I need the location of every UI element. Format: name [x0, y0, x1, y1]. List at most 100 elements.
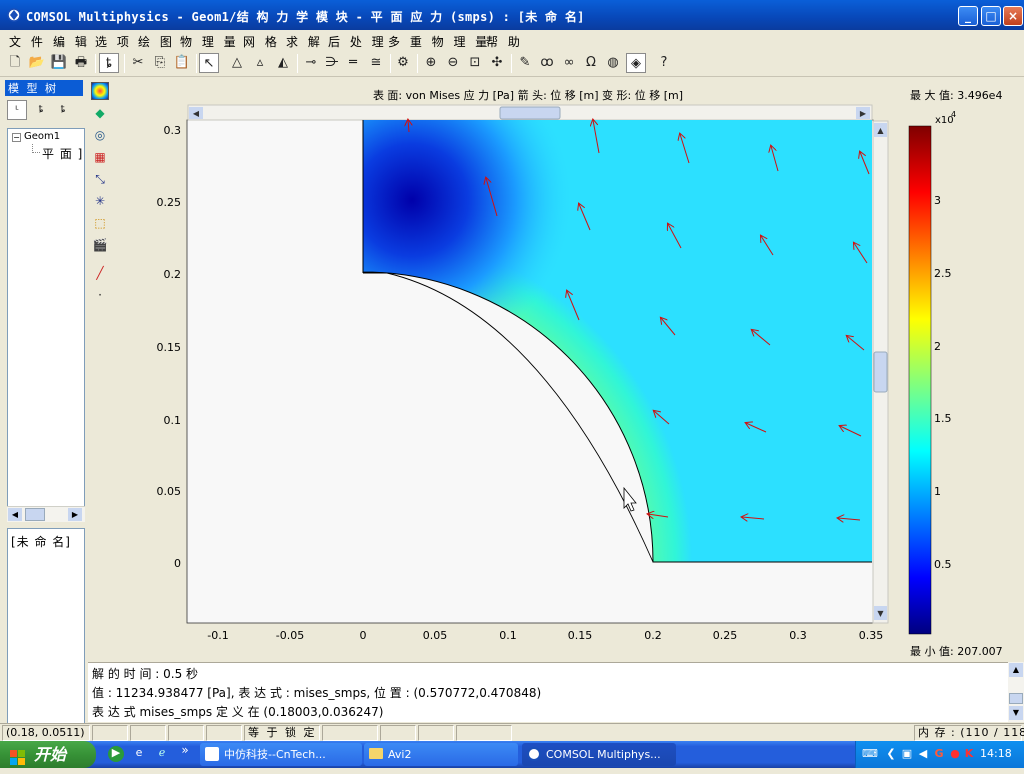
- menu-physics[interactable]: 物 理 量: [180, 33, 239, 50]
- help-icon[interactable]: ?: [654, 53, 674, 73]
- browser-icon[interactable]: e: [131, 746, 147, 762]
- solve-icon[interactable]: ⚙: [393, 53, 413, 73]
- plot-hscroll-thumb[interactable]: [499, 106, 561, 120]
- log-scroll-down-icon[interactable]: ▼: [1009, 706, 1023, 720]
- status-bar: (0.18, 0.0511) 等 于 锁 定 内 存 : (110 / 118): [0, 723, 1024, 741]
- memory-label: 内 存 :: [918, 726, 956, 739]
- tree-mode-icon[interactable]: ᒻ: [7, 100, 27, 120]
- deform-plot-icon[interactable]: ⬚: [91, 214, 109, 232]
- tree-item-plane-stress[interactable]: 平 面 ]: [42, 145, 83, 162]
- menu-multiphysics[interactable]: 多 重 物 理 量: [388, 33, 490, 50]
- contour-plot-icon[interactable]: ◎: [91, 126, 109, 144]
- equal-toggle-lock[interactable]: 等 于 锁 定: [244, 725, 320, 741]
- task-avi2[interactable]: Avi2: [364, 743, 518, 766]
- principal-plot-icon[interactable]: ✳: [91, 192, 109, 210]
- multiphysics-icon[interactable]: ꝏ: [537, 53, 557, 73]
- mesh-select-icon[interactable]: ◭: [273, 53, 293, 73]
- tree-view-icon[interactable]: ȶ: [99, 53, 119, 73]
- menu-help[interactable]: 帮 助: [486, 33, 523, 50]
- height-plot-icon[interactable]: ◆: [91, 104, 109, 122]
- triangle-mesh-icon[interactable]: △: [227, 53, 247, 73]
- menu-bar: 文 件 编 辑 选 项 绘 图 物 理 量 网 格 求 解 后 处 理 多 重 …: [0, 30, 1024, 50]
- plot-canvas[interactable]: 表 面: von Mises 应 力 [Pa] 箭 头: 位 移 [m] 变 形…: [112, 80, 1024, 660]
- title-bar[interactable]: COMSOL Multiphysics - Geom1/结 构 力 学 模 块 …: [0, 0, 1024, 30]
- k-app-icon[interactable]: K: [962, 747, 976, 761]
- security-icon[interactable]: ●: [948, 747, 962, 761]
- subdomain-settings-icon[interactable]: ⋺: [322, 53, 342, 73]
- omega-icon[interactable]: Ω: [581, 53, 601, 73]
- quicklaunch-more-icon[interactable]: »: [178, 743, 192, 757]
- volume-icon[interactable]: ◀: [916, 747, 930, 761]
- plot-vscroll-thumb[interactable]: [873, 351, 888, 393]
- plot-area[interactable]: 表 面: von Mises 应 力 [Pa] 箭 头: 位 移 [m] 变 形…: [112, 80, 1024, 660]
- line-plot-icon[interactable]: ╱: [91, 264, 109, 282]
- tree-item-geom1[interactable]: Geom1: [24, 131, 60, 142]
- refine-mesh-icon[interactable]: ▵: [250, 53, 270, 73]
- folder-icon: [369, 748, 383, 759]
- cut-icon[interactable]: ✂: [128, 53, 148, 73]
- scroll-right-icon[interactable]: ▶: [68, 508, 82, 521]
- log-scroll-up-icon[interactable]: ▲: [1009, 663, 1023, 677]
- windows-logo-icon: [10, 747, 26, 765]
- x-tick: 0.2: [644, 629, 662, 642]
- zoom-extents-icon[interactable]: ✣: [487, 53, 507, 73]
- boundary-settings-icon[interactable]: ⊸: [301, 53, 321, 73]
- window-title: COMSOL Multiphysics - Geom1/结 构 力 学 模 块 …: [26, 10, 585, 24]
- menu-postprocessing[interactable]: 后 处 理: [328, 33, 387, 50]
- minimize-icon[interactable]: _: [958, 6, 978, 26]
- draw-mode-icon[interactable]: ✎: [515, 53, 535, 73]
- maximize-icon[interactable]: □: [981, 6, 1001, 26]
- svg-text:◀: ◀: [193, 109, 200, 118]
- start-button[interactable]: 开始: [0, 741, 96, 768]
- save-icon[interactable]: 💾: [49, 53, 69, 73]
- zoom-out-icon[interactable]: ⊖: [443, 53, 463, 73]
- network-icon[interactable]: ▣: [900, 747, 914, 761]
- menu-mesh[interactable]: 网 格: [243, 33, 280, 50]
- menu-file[interactable]: 文 件: [9, 33, 46, 50]
- keyboard-icon[interactable]: ⌨: [862, 747, 878, 761]
- media-player-icon[interactable]: ▶: [108, 746, 124, 762]
- sphere-icon[interactable]: ◍: [603, 53, 623, 73]
- tree-expand-icon[interactable]: ȶ: [31, 100, 51, 120]
- menu-edit[interactable]: 编 辑: [53, 33, 90, 50]
- point-plot-icon[interactable]: ·: [91, 286, 109, 304]
- x-tick: -0.1: [207, 629, 228, 642]
- menu-options[interactable]: 选 项: [95, 33, 132, 50]
- open-icon[interactable]: 📂: [27, 53, 47, 73]
- tree-collapse-icon[interactable]: −: [12, 133, 21, 142]
- scroll-left-icon[interactable]: ◀: [8, 508, 22, 521]
- coupled-icon[interactable]: ∞: [559, 53, 579, 73]
- boundary-plot-icon[interactable]: ▦: [91, 148, 109, 166]
- log-scroll-thumb[interactable]: [1009, 693, 1023, 704]
- antivirus-icon[interactable]: G: [932, 747, 946, 761]
- zoom-in-icon[interactable]: ⊕: [421, 53, 441, 73]
- menu-draw[interactable]: 绘 图: [138, 33, 175, 50]
- model-tree-scrollbar[interactable]: ◀ ▶: [7, 506, 85, 522]
- arrow-plot-icon[interactable]: ⤡: [91, 170, 109, 188]
- close-icon[interactable]: ×: [1003, 6, 1023, 26]
- menu-solve[interactable]: 求 解: [286, 33, 323, 50]
- task-cntech[interactable]: 中仿科技--CnTech...: [200, 743, 362, 766]
- new-icon[interactable]: 🗋: [5, 53, 25, 73]
- tree-detail-icon[interactable]: ȶ: [53, 100, 73, 120]
- tray-back-icon[interactable]: ❮: [884, 747, 898, 761]
- comsol-window: COMSOL Multiphysics - Geom1/结 构 力 学 模 块 …: [0, 0, 1024, 741]
- animate-icon[interactable]: 🎬: [91, 236, 109, 254]
- scroll-thumb[interactable]: [25, 508, 45, 521]
- zoom-window-icon[interactable]: ⊡: [465, 53, 485, 73]
- plot-icon[interactable]: ◈: [626, 53, 646, 73]
- surface-plot-icon[interactable]: [91, 82, 109, 100]
- copy-icon[interactable]: ⎘: [150, 53, 170, 73]
- equals-icon[interactable]: ═: [343, 53, 363, 73]
- paste-icon[interactable]: 📋: [172, 53, 192, 73]
- point-settings-icon[interactable]: ≅: [366, 53, 386, 73]
- task-comsol[interactable]: COMSOL Multiphys...: [522, 743, 676, 766]
- print-icon[interactable]: 🖶: [71, 53, 91, 73]
- solution-time-text: 解 的 时 间 : 0.5 秒: [92, 667, 199, 681]
- task-label: 中仿科技--CnTech...: [224, 748, 326, 761]
- message-log-scrollbar[interactable]: ▲ ▼: [1008, 662, 1024, 722]
- memory-value: (110 / 118): [960, 726, 1024, 739]
- task-label: COMSOL Multiphys...: [546, 748, 661, 761]
- ie-icon[interactable]: ℯ: [154, 746, 170, 762]
- select-icon[interactable]: ↖: [199, 53, 219, 73]
